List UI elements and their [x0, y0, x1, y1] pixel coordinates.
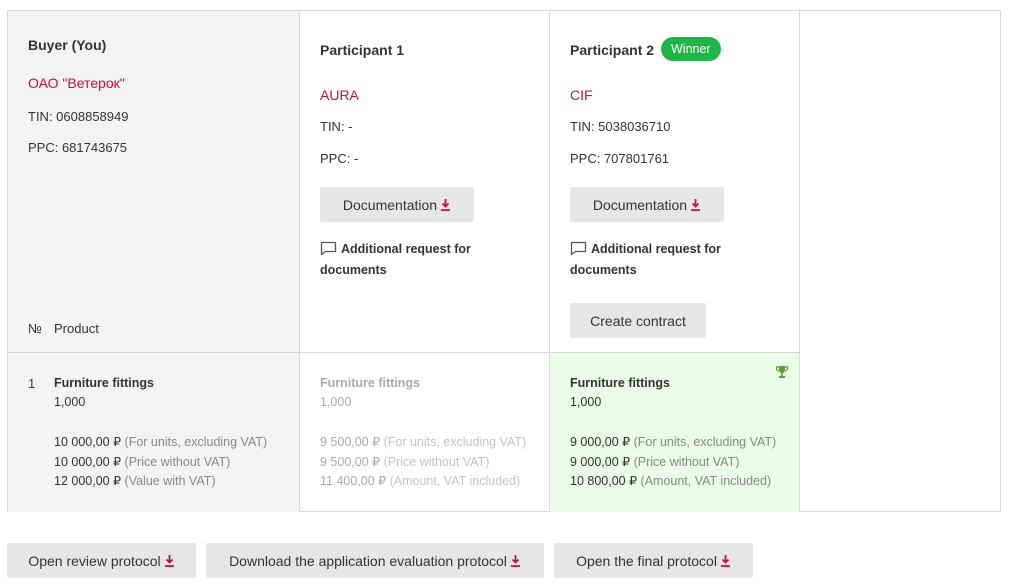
- winner-badge: Winner: [661, 37, 721, 61]
- chat-icon: [320, 241, 337, 256]
- participant-1-ppc: PPC: -: [320, 151, 359, 166]
- documentation-label: Documentation: [342, 196, 438, 213]
- download-icon: [510, 555, 520, 567]
- download-evaluation-protocol-button[interactable]: Download the application evaluation prot…: [206, 543, 544, 578]
- download-icon: [720, 555, 730, 567]
- participant-2-column-header: Participant 2 Winner CIF TIN: 5038036710…: [550, 11, 800, 352]
- trophy-icon: [775, 366, 789, 378]
- column-number-header: №: [28, 321, 42, 336]
- buyer-tin: TIN: 0608858949: [28, 109, 129, 124]
- participant-2-additional-request-link[interactable]: Additional request for documents: [570, 239, 721, 281]
- open-review-protocol-button[interactable]: Open review protocol: [7, 543, 196, 578]
- participant-2-tin: TIN: 5038036710: [570, 119, 671, 134]
- unit-price-line: 9 000,00 ₽ (For units, excluding VAT): [570, 435, 777, 449]
- create-contract-button[interactable]: Create contract: [570, 303, 706, 338]
- download-icon: [164, 555, 174, 567]
- participant-2-product-row: Furniture fittings 1,000 9 000,00 ₽ (For…: [550, 352, 800, 512]
- product-qty: 1,000: [54, 395, 86, 409]
- unit-price-line: 10 000,00 ₽ (For units, excluding VAT): [54, 435, 268, 449]
- chat-icon: [570, 241, 587, 256]
- documentation-label: Documentation: [592, 196, 688, 213]
- price-vat-line: 10 800,00 ₽ (Amount, VAT included): [570, 474, 772, 488]
- unit-price-line: 9 500,00 ₽ (For units, excluding VAT): [320, 435, 527, 449]
- open-final-protocol-button[interactable]: Open the final protocol: [554, 543, 753, 578]
- download-icon: [691, 199, 701, 211]
- participant-1-product-row: Furniture fittings 1,000 9 500,00 ₽ (For…: [300, 352, 550, 512]
- product-name: Furniture fittings: [320, 376, 420, 390]
- participant-2-company: CIF: [570, 87, 593, 103]
- participant-1-tin: TIN: -: [320, 119, 353, 134]
- participant-2-ppc: PPC: 707801761: [570, 151, 670, 166]
- price-vat-line: 12 000,00 ₽ (Value with VAT): [54, 474, 216, 488]
- participant-2-documentation-button[interactable]: Documentation: [570, 187, 724, 222]
- participant-1-column-header: Participant 1 AURA TIN: - PPC: - Documen…: [300, 11, 550, 352]
- buyer-company: ОАО "Ветерок": [28, 75, 125, 91]
- participant-1-title: Participant 1: [320, 42, 405, 58]
- participant-1-documentation-button[interactable]: Documentation: [320, 187, 474, 222]
- price-no-vat-line: 9 500,00 ₽ (Price without VAT): [320, 455, 490, 469]
- comparison-table: Buyer (You) ОАО "Ветерок" TIN: 060885894…: [7, 10, 1001, 512]
- participant-2-title: Participant 2: [570, 42, 655, 58]
- participant-1-company: AURA: [320, 87, 359, 103]
- download-icon: [441, 199, 451, 211]
- buyer-product-row: 1 Furniture fittings 1,000 10 000,00 ₽ (…: [8, 352, 300, 512]
- product-name: Furniture fittings: [570, 376, 670, 390]
- buyer-title: Buyer (You): [28, 37, 107, 53]
- participant-1-additional-request-link[interactable]: Additional request for documents: [320, 239, 471, 281]
- buyer-ppc: PPC: 681743675: [28, 140, 128, 155]
- price-vat-line: 11 400,00 ₽ (Amount, VAT included): [320, 474, 521, 488]
- row-number: 1: [28, 376, 36, 391]
- product-qty: 1,000: [570, 395, 602, 409]
- product-name: Furniture fittings: [54, 376, 154, 390]
- product-qty: 1,000: [320, 395, 352, 409]
- buyer-column-header: Buyer (You) ОАО "Ветерок" TIN: 060885894…: [8, 11, 300, 352]
- column-product-header: Product: [54, 321, 99, 336]
- price-no-vat-line: 9 000,00 ₽ (Price without VAT): [570, 455, 740, 469]
- price-no-vat-line: 10 000,00 ₽ (Price without VAT): [54, 455, 231, 469]
